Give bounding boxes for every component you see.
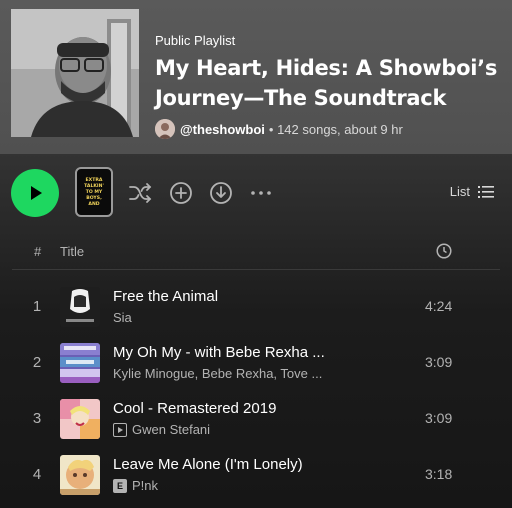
svg-text:BOYS,: BOYS, bbox=[86, 195, 102, 201]
track-artist[interactable]: Kylie Minogue, Bebe Rexha, Tove ... bbox=[113, 366, 322, 381]
mini-cover-button[interactable]: EXTRA TALKIN' TO MY BOYS, AND bbox=[75, 167, 113, 217]
download-icon bbox=[210, 182, 232, 204]
clock-icon bbox=[436, 243, 452, 259]
list-icon bbox=[478, 185, 494, 198]
explicit-badge: E bbox=[113, 478, 127, 493]
track-row[interactable]: 3 Cool - Remastered 2019 Gwen Stefani 3:… bbox=[12, 391, 500, 447]
svg-text:AND: AND bbox=[88, 201, 99, 207]
column-title[interactable]: Title bbox=[60, 244, 84, 259]
owner-link[interactable]: @theshowboi bbox=[180, 122, 265, 137]
track-artist[interactable]: Gwen Stefani bbox=[113, 422, 210, 437]
track-title[interactable]: Free the Animal bbox=[113, 288, 218, 305]
add-circle-icon bbox=[170, 182, 192, 204]
playlist-title: My Heart, Hides: A Showboi’s Journey—The… bbox=[155, 56, 498, 110]
track-title[interactable]: My Oh My - with Bebe Rexha ... bbox=[113, 344, 325, 361]
download-button[interactable] bbox=[209, 181, 233, 205]
track-album-art bbox=[60, 287, 100, 327]
svg-text:TALKIN': TALKIN' bbox=[84, 183, 104, 189]
action-bar: EXTRA TALKIN' TO MY BOYS, AND List bbox=[0, 167, 512, 219]
track-number: 1 bbox=[32, 298, 42, 315]
add-to-library-button[interactable] bbox=[169, 181, 193, 205]
track-duration: 4:24 bbox=[425, 298, 453, 314]
playlist-type-label: Public Playlist bbox=[155, 33, 236, 48]
svg-text:EXTRA: EXTRA bbox=[86, 177, 103, 183]
play-icon bbox=[31, 186, 42, 200]
column-duration bbox=[436, 243, 452, 262]
owner-avatar[interactable] bbox=[155, 119, 175, 139]
svg-text:TO MY: TO MY bbox=[86, 189, 103, 195]
track-album-art bbox=[60, 343, 100, 383]
video-icon bbox=[113, 422, 127, 437]
playlist-stats: • 142 songs, about 9 hr bbox=[268, 121, 403, 137]
track-row[interactable]: 1 Free the Animal Sia 4:24 bbox=[12, 279, 500, 335]
track-row[interactable]: 2 My Oh My - with Bebe Rexha ... Kylie M… bbox=[12, 335, 500, 391]
track-row[interactable]: 4 Leave Me Alone (I'm Lonely) E P!nk 3:1… bbox=[12, 447, 500, 503]
view-label: List bbox=[449, 184, 470, 199]
track-number: 2 bbox=[32, 354, 42, 371]
shuffle-icon bbox=[129, 183, 152, 203]
track-duration: 3:18 bbox=[425, 466, 453, 482]
more-options-button[interactable] bbox=[249, 181, 273, 205]
track-duration: 3:09 bbox=[425, 410, 453, 426]
track-artist[interactable]: Sia bbox=[113, 310, 132, 325]
play-button[interactable] bbox=[11, 169, 59, 217]
track-number: 4 bbox=[32, 466, 42, 483]
track-album-art bbox=[60, 455, 100, 495]
playlist-cover-image[interactable] bbox=[11, 9, 139, 137]
view-toggle[interactable]: List bbox=[450, 184, 494, 199]
shuffle-button[interactable] bbox=[128, 181, 152, 205]
track-number: 3 bbox=[32, 410, 42, 427]
track-duration: 3:09 bbox=[425, 354, 453, 370]
column-number: # bbox=[34, 244, 42, 259]
playlist-header: Public Playlist My Heart, Hides: A Showb… bbox=[0, 0, 512, 154]
track-title[interactable]: Leave Me Alone (I'm Lonely) bbox=[113, 456, 303, 473]
more-icon bbox=[251, 191, 271, 195]
track-artist[interactable]: E P!nk bbox=[113, 478, 158, 493]
track-title[interactable]: Cool - Remastered 2019 bbox=[113, 400, 276, 417]
track-album-art bbox=[60, 399, 100, 439]
tracklist-header: # Title bbox=[12, 234, 500, 270]
